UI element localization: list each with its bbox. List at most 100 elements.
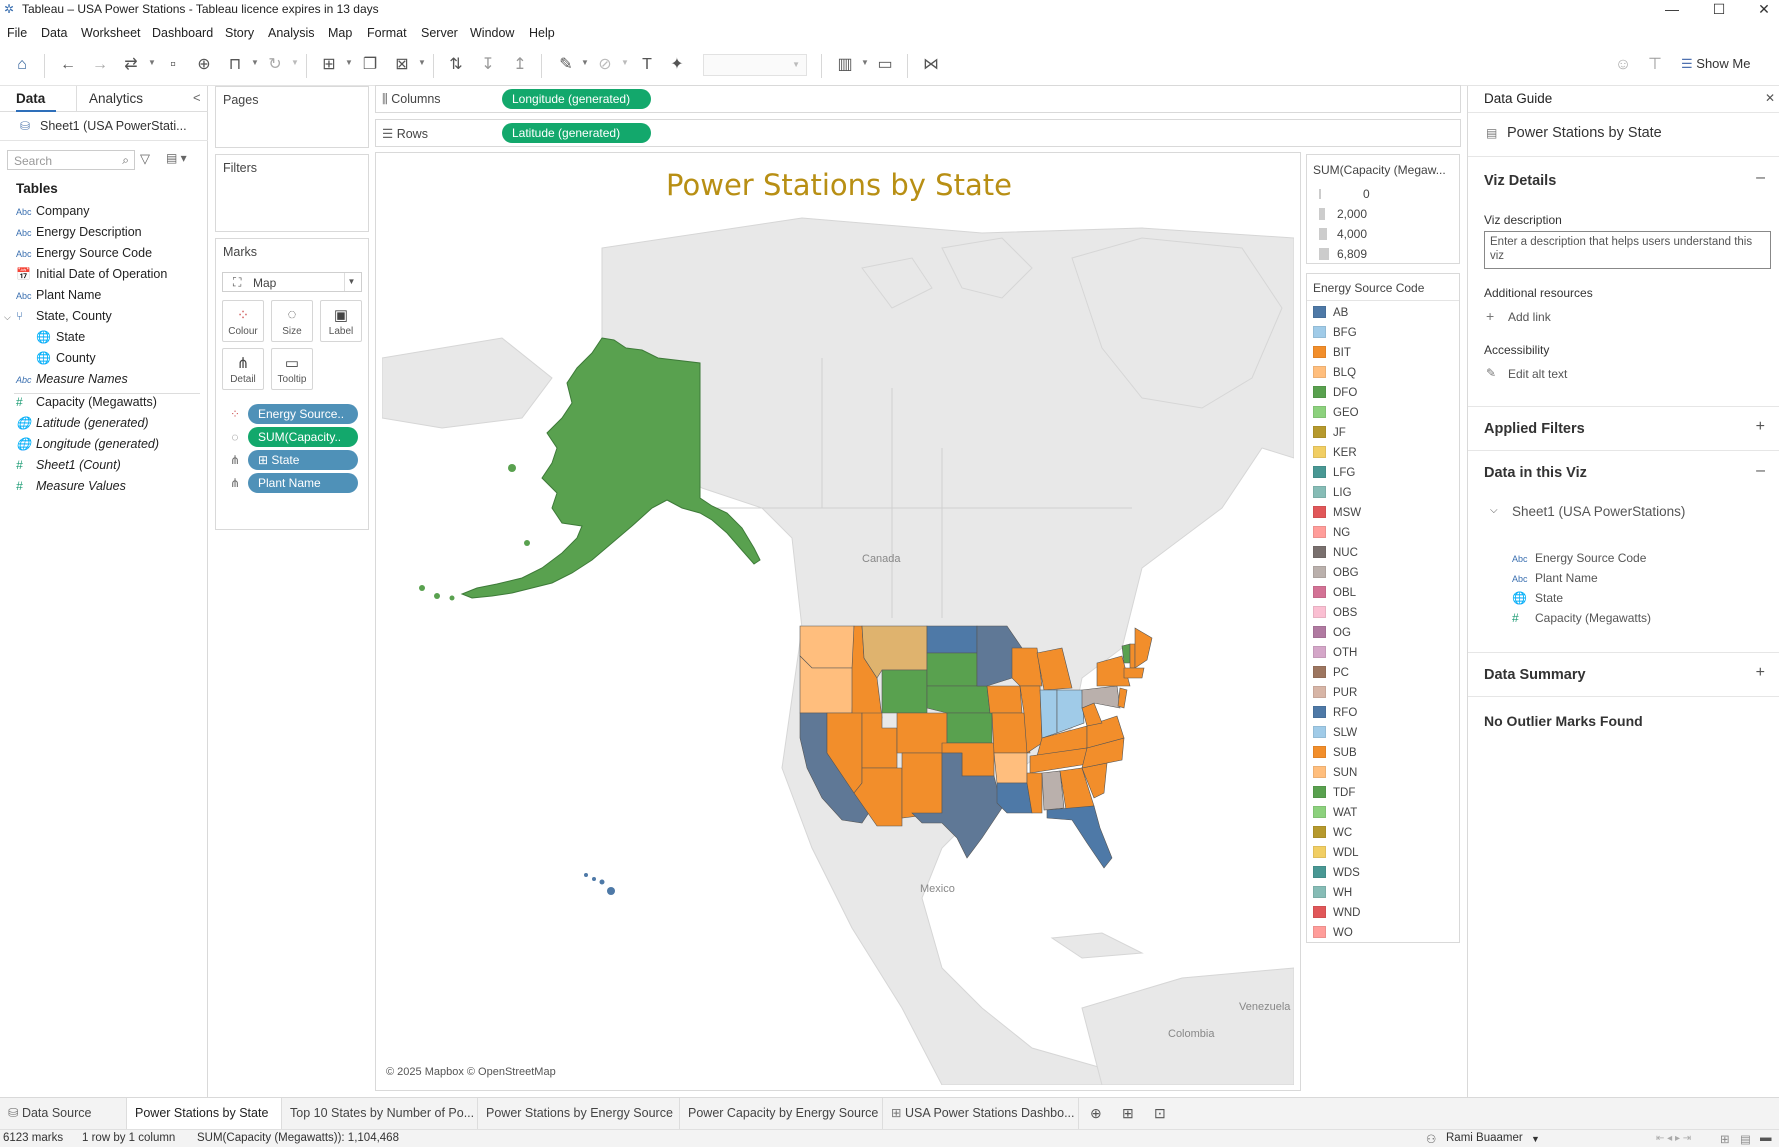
menu-worksheet[interactable]: Worksheet: [81, 26, 141, 40]
field-state-county-hierarchy[interactable]: ⌵ ⑂ State, County: [4, 309, 112, 327]
field-county[interactable]: 🌐 County: [36, 351, 96, 369]
new-datasource-icon[interactable]: ⊕: [193, 54, 215, 76]
chevron-down-icon[interactable]: ⌵: [1490, 505, 1498, 516]
pill-longitude[interactable]: Longitude (generated): [502, 89, 651, 109]
sort-desc-icon[interactable]: ↥: [509, 54, 531, 76]
add-link-button[interactable]: Add link: [1508, 310, 1551, 324]
legend-item-wnd[interactable]: WND: [1313, 906, 1360, 924]
field-latitude[interactable]: 🌐 Latitude (generated): [16, 416, 149, 434]
legend-item-jf[interactable]: JF: [1313, 426, 1346, 444]
field-longitude[interactable]: 🌐 Longitude (generated): [16, 437, 159, 455]
field-initial-date[interactable]: 📅 Initial Date of Operation: [16, 267, 167, 285]
search-input[interactable]: Search ⌕: [7, 150, 135, 170]
field-company[interactable]: Abc Company: [16, 204, 90, 222]
tab-data-source[interactable]: ⛁ Data Source: [0, 1098, 127, 1129]
tabs-view-icon[interactable]: ▬: [1760, 1132, 1772, 1144]
legend-item-nuc[interactable]: NUC: [1313, 546, 1358, 564]
size-button[interactable]: ◌ Size: [271, 300, 313, 342]
new-dashboard-icon[interactable]: ⊞: [1122, 1105, 1134, 1122]
field-measure-names[interactable]: Abc Measure Names: [16, 372, 128, 390]
viz-details-heading[interactable]: Viz Details: [1484, 173, 1556, 189]
legend-item-obl[interactable]: OBL: [1313, 586, 1356, 604]
presentation-icon[interactable]: ▭: [874, 54, 896, 76]
view-options-icon[interactable]: ▤ ▾: [166, 151, 187, 165]
share-icon[interactable]: ⋈: [920, 54, 942, 76]
group-icon[interactable]: ⊘: [594, 54, 616, 76]
pause-icon[interactable]: ⊓: [224, 54, 246, 76]
replay-icon[interactable]: ⇄: [120, 54, 142, 76]
legend-item-pur[interactable]: PUR: [1313, 686, 1357, 704]
clear-icon[interactable]: ⊠: [391, 54, 413, 76]
field-sheet1-count[interactable]: # Sheet1 (Count): [16, 458, 121, 476]
pill-state[interactable]: ⊞ State: [248, 450, 358, 470]
legend-item-slw[interactable]: SLW: [1313, 726, 1357, 744]
menu-map[interactable]: Map: [328, 26, 352, 40]
columns-shelf[interactable]: ⫼ Columns Longitude (generated): [375, 85, 1461, 113]
duplicate-icon[interactable]: ❐: [359, 54, 381, 76]
label-button[interactable]: ▣ Label: [320, 300, 362, 342]
data-in-viz-heading[interactable]: Data in this Viz: [1484, 465, 1587, 481]
map-canvas[interactable]: Canada Mexico Venezuela Colombia © 2025 …: [382, 208, 1294, 1085]
tab-top-10-states[interactable]: Top 10 States by Number of Po...: [282, 1098, 478, 1129]
legend-item-wh[interactable]: WH: [1313, 886, 1352, 904]
data-summary-heading[interactable]: Data Summary: [1484, 667, 1586, 683]
highlight-icon[interactable]: ✎: [555, 54, 577, 76]
datasource-name[interactable]: Sheet1 (USA PowerStati...: [40, 119, 187, 133]
legend-item-msw[interactable]: MSW: [1313, 506, 1361, 524]
edit-alt-text-button[interactable]: Edit alt text: [1508, 367, 1567, 381]
collapse-viz-details-icon[interactable]: –: [1756, 169, 1765, 187]
pin-icon[interactable]: ✦: [666, 54, 688, 76]
legend-item-wat[interactable]: WAT: [1313, 806, 1357, 824]
legend-item-lfg[interactable]: LFG: [1313, 466, 1355, 484]
new-story-icon[interactable]: ⊡: [1154, 1105, 1166, 1122]
menu-window[interactable]: Window: [470, 26, 514, 40]
swap-icon[interactable]: ⇅: [445, 54, 467, 76]
legend-item-obs[interactable]: OBS: [1313, 606, 1357, 624]
detail-button[interactable]: ⋔ Detail: [222, 348, 264, 390]
maximize-button[interactable]: ☐: [1699, 0, 1739, 20]
field-state[interactable]: 🌐 State: [36, 330, 85, 348]
sheet-nav-icons[interactable]: ⇤ ◂ ▸ ⇥: [1656, 1133, 1691, 1144]
new-sheet-icon[interactable]: ⊞: [318, 54, 340, 76]
menu-format[interactable]: Format: [367, 26, 407, 40]
show-me-button[interactable]: ☰ Show Me: [1681, 56, 1750, 72]
pill-energy-source[interactable]: Energy Source..: [248, 404, 358, 424]
filters-card[interactable]: Filters: [215, 154, 369, 232]
legend-item-wc[interactable]: WC: [1313, 826, 1352, 844]
home-icon[interactable]: ⌂: [11, 54, 33, 76]
field-measure-values[interactable]: # Measure Values: [16, 479, 126, 497]
color-legend[interactable]: Energy Source Code AB BFG BIT BLQ DFO GEO JF KE…: [1306, 273, 1460, 943]
field-energy-source-code[interactable]: Abc Energy Source Code: [16, 246, 152, 264]
text-label-icon[interactable]: T: [636, 54, 658, 76]
legend-item-og[interactable]: OG: [1313, 626, 1351, 644]
rows-shelf[interactable]: ☰ Rows Latitude (generated): [375, 119, 1461, 147]
menu-analysis[interactable]: Analysis: [268, 26, 315, 40]
filter-icon[interactable]: ▽: [140, 151, 150, 167]
guide-datasource[interactable]: Sheet1 (USA PowerStations): [1512, 504, 1685, 519]
map-attribution[interactable]: © 2025 Mapbox © OpenStreetMap: [386, 1066, 556, 1078]
undo-icon[interactable]: ←: [57, 54, 79, 76]
user-name[interactable]: Rami Buaamer: [1446, 1132, 1523, 1144]
save-icon[interactable]: ▫: [162, 54, 184, 76]
collapse-pane-button[interactable]: <: [193, 90, 201, 105]
menu-file[interactable]: File: [7, 26, 27, 40]
tab-power-stations-by-state[interactable]: Power Stations by State: [127, 1098, 282, 1129]
pages-card[interactable]: Pages: [215, 86, 369, 148]
legend-item-ker[interactable]: KER: [1313, 446, 1357, 464]
legend-item-rfo[interactable]: RFO: [1313, 706, 1357, 724]
expand-data-summary-icon[interactable]: +: [1756, 664, 1765, 682]
sort-asc-icon[interactable]: ↧: [477, 54, 499, 76]
menu-dashboard[interactable]: Dashboard: [152, 26, 213, 40]
sheet-sorter-icon[interactable]: ⊞: [1720, 1132, 1730, 1146]
legend-item-geo[interactable]: GEO: [1313, 406, 1359, 424]
legend-item-bfg[interactable]: BFG: [1313, 326, 1357, 344]
legend-item-ng[interactable]: NG: [1313, 526, 1350, 544]
legend-item-tdf[interactable]: TDF: [1313, 786, 1355, 804]
menu-help[interactable]: Help: [529, 26, 555, 40]
mark-type-dropdown[interactable]: ⛶ Map ▼: [222, 272, 362, 292]
redo-icon[interactable]: →: [89, 54, 111, 76]
applied-filters-heading[interactable]: Applied Filters: [1484, 421, 1585, 437]
legend-item-sub[interactable]: SUB: [1313, 746, 1357, 764]
tab-dashboard[interactable]: ⊞ USA Power Stations Dashbo...: [883, 1098, 1079, 1129]
close-guide-button[interactable]: ✕: [1765, 91, 1775, 105]
